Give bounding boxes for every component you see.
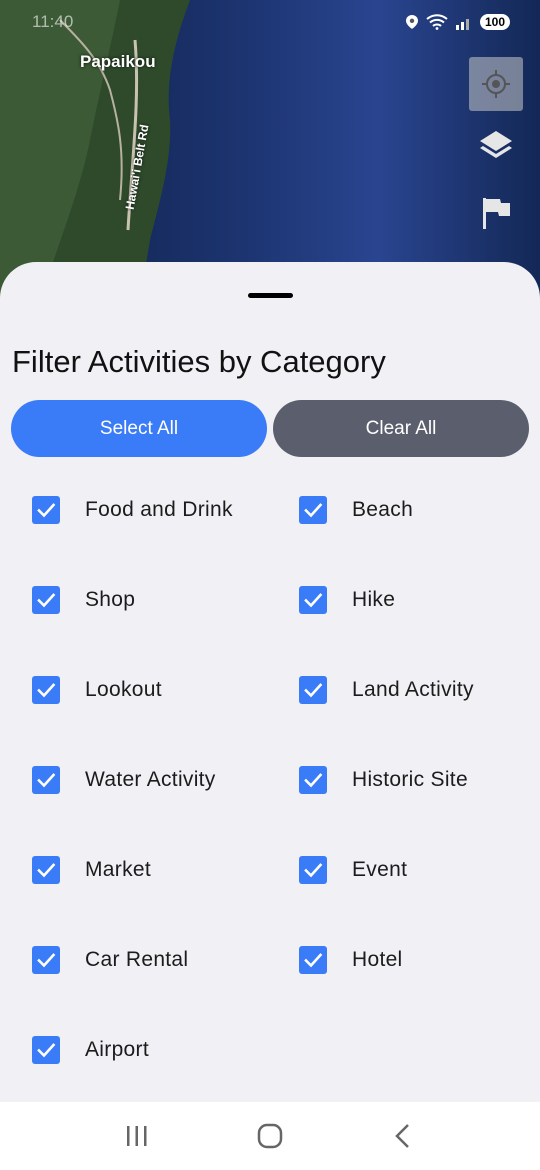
category-label: Historic Site [352, 768, 468, 791]
home-button[interactable] [240, 1111, 300, 1161]
category-item[interactable]: Lookout [0, 645, 267, 735]
wifi-icon [426, 14, 448, 30]
my-location-icon [482, 70, 510, 98]
status-time: 11:40 [32, 12, 74, 31]
recent-apps-button[interactable] [107, 1111, 167, 1161]
checkmark-icon [37, 953, 56, 968]
filter-bottom-sheet: Filter Activities by Category Select All… [0, 262, 540, 1102]
category-checkbox[interactable] [32, 856, 60, 884]
clear-all-button[interactable]: Clear All [273, 400, 529, 457]
home-icon [257, 1123, 283, 1149]
category-item[interactable]: Event [267, 825, 540, 915]
location-pin-icon [405, 15, 418, 29]
category-item[interactable]: Land Activity [267, 645, 540, 735]
checkmark-icon [304, 503, 323, 518]
category-checkbox[interactable] [32, 1036, 60, 1064]
category-item[interactable]: Shop [0, 555, 267, 645]
checkmark-icon [304, 953, 323, 968]
sheet-title: Filter Activities by Category [12, 344, 386, 379]
category-label: Lookout [85, 678, 162, 701]
checkmark-icon [304, 593, 323, 608]
checkmark-icon [37, 863, 56, 878]
category-checkbox[interactable] [32, 766, 60, 794]
category-item[interactable]: Hike [267, 555, 540, 645]
category-checkbox[interactable] [299, 766, 327, 794]
category-grid: Food and Drink Beach Shop Hike Lookout Land A… [0, 465, 540, 1095]
back-icon [395, 1124, 410, 1148]
category-label: Land Activity [352, 678, 474, 701]
category-item[interactable]: Water Activity [0, 735, 267, 825]
place-label: Papaikou [80, 52, 156, 71]
signal-icon [455, 19, 469, 30]
flag-icon [483, 198, 510, 229]
category-label: Market [85, 858, 151, 881]
category-item[interactable]: Market [0, 825, 267, 915]
category-label: Water Activity [85, 768, 216, 791]
bulk-action-row: Select All Clear All [11, 400, 529, 457]
my-location-button[interactable] [469, 57, 523, 111]
layers-icon [480, 131, 512, 158]
category-checkbox[interactable] [32, 946, 60, 974]
checkmark-icon [37, 503, 56, 518]
status-icons: 100 [405, 14, 510, 30]
category-label: Hike [352, 588, 396, 611]
category-checkbox[interactable] [299, 676, 327, 704]
checkmark-icon [37, 1043, 56, 1058]
category-label: Event [352, 858, 408, 881]
category-label: Food and Drink [85, 498, 233, 521]
back-button[interactable] [373, 1111, 433, 1161]
system-nav-bar [0, 1102, 540, 1170]
category-item[interactable]: Food and Drink [0, 465, 267, 555]
checkmark-icon [37, 683, 56, 698]
checkmark-icon [304, 773, 323, 788]
map-view[interactable]: Papaikou Hawai'i Belt Rd [0, 0, 540, 300]
category-label: Shop [85, 588, 136, 611]
layers-button[interactable] [469, 118, 523, 172]
category-checkbox[interactable] [32, 586, 60, 614]
category-label: Airport [85, 1038, 149, 1061]
category-checkbox[interactable] [299, 496, 327, 524]
category-checkbox[interactable] [32, 496, 60, 524]
checkmark-icon [37, 773, 56, 788]
category-item[interactable]: Airport [0, 1005, 267, 1095]
recent-apps-icon [126, 1126, 147, 1146]
checkmark-icon [37, 593, 56, 608]
status-bar: 11:40 100 [0, 0, 540, 44]
map-imagery [0, 0, 540, 300]
category-item[interactable]: Car Rental [0, 915, 267, 1005]
category-checkbox[interactable] [299, 946, 327, 974]
checkmark-icon [304, 683, 323, 698]
drag-handle[interactable] [248, 293, 293, 298]
checkmark-icon [304, 863, 323, 878]
category-item[interactable]: Beach [267, 465, 540, 555]
battery-indicator: 100 [479, 14, 510, 30]
select-all-button[interactable]: Select All [11, 400, 267, 457]
category-checkbox[interactable] [32, 676, 60, 704]
flag-button[interactable] [469, 186, 523, 240]
category-checkbox[interactable] [299, 856, 327, 884]
category-item[interactable]: Hotel [267, 915, 540, 1005]
category-checkbox[interactable] [299, 586, 327, 614]
category-label: Car Rental [85, 948, 189, 971]
category-label: Beach [352, 498, 414, 521]
category-item[interactable]: Historic Site [267, 735, 540, 825]
category-label: Hotel [352, 948, 403, 971]
